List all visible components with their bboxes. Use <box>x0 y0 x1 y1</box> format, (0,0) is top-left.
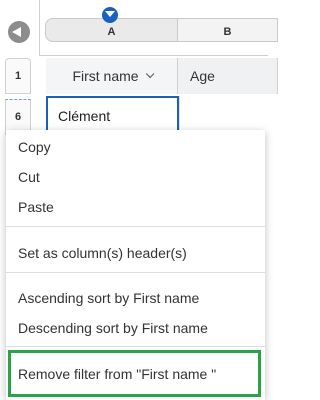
header-label-first-name: First name <box>72 68 139 84</box>
header-cell-first-name[interactable]: First name <box>46 58 178 94</box>
menu-item-remove-filter[interactable]: Remove filter from "First name " <box>18 366 216 382</box>
menu-separator <box>6 346 265 347</box>
chevron-down-icon[interactable] <box>145 69 154 79</box>
menu-item-copy[interactable]: Copy <box>18 139 51 155</box>
selected-cell[interactable]: Clément <box>46 96 179 132</box>
sheet-corner <box>0 0 40 56</box>
context-menu: Copy Cut Paste Set as column(s) header(s… <box>6 130 265 400</box>
menu-item-sort-ascending[interactable]: Ascending sort by First name <box>18 290 199 306</box>
header-cell-age[interactable]: Age <box>178 58 278 94</box>
row-number-1[interactable]: 1 <box>5 58 31 94</box>
back-arrow-icon[interactable] <box>8 21 30 43</box>
menu-item-set-header[interactable]: Set as column(s) header(s) <box>18 245 187 261</box>
filter-icon <box>102 7 118 23</box>
column-letter-bar: A B <box>40 0 278 56</box>
menu-item-paste[interactable]: Paste <box>18 199 54 215</box>
header-row: First name Age <box>46 58 278 94</box>
column-letter-b[interactable]: B <box>178 18 278 42</box>
menu-item-sort-descending[interactable]: Descending sort by First name <box>18 320 208 336</box>
header-label-age: Age <box>190 68 215 84</box>
menu-item-cut[interactable]: Cut <box>18 169 40 185</box>
menu-separator <box>6 272 265 273</box>
menu-separator <box>6 226 265 227</box>
